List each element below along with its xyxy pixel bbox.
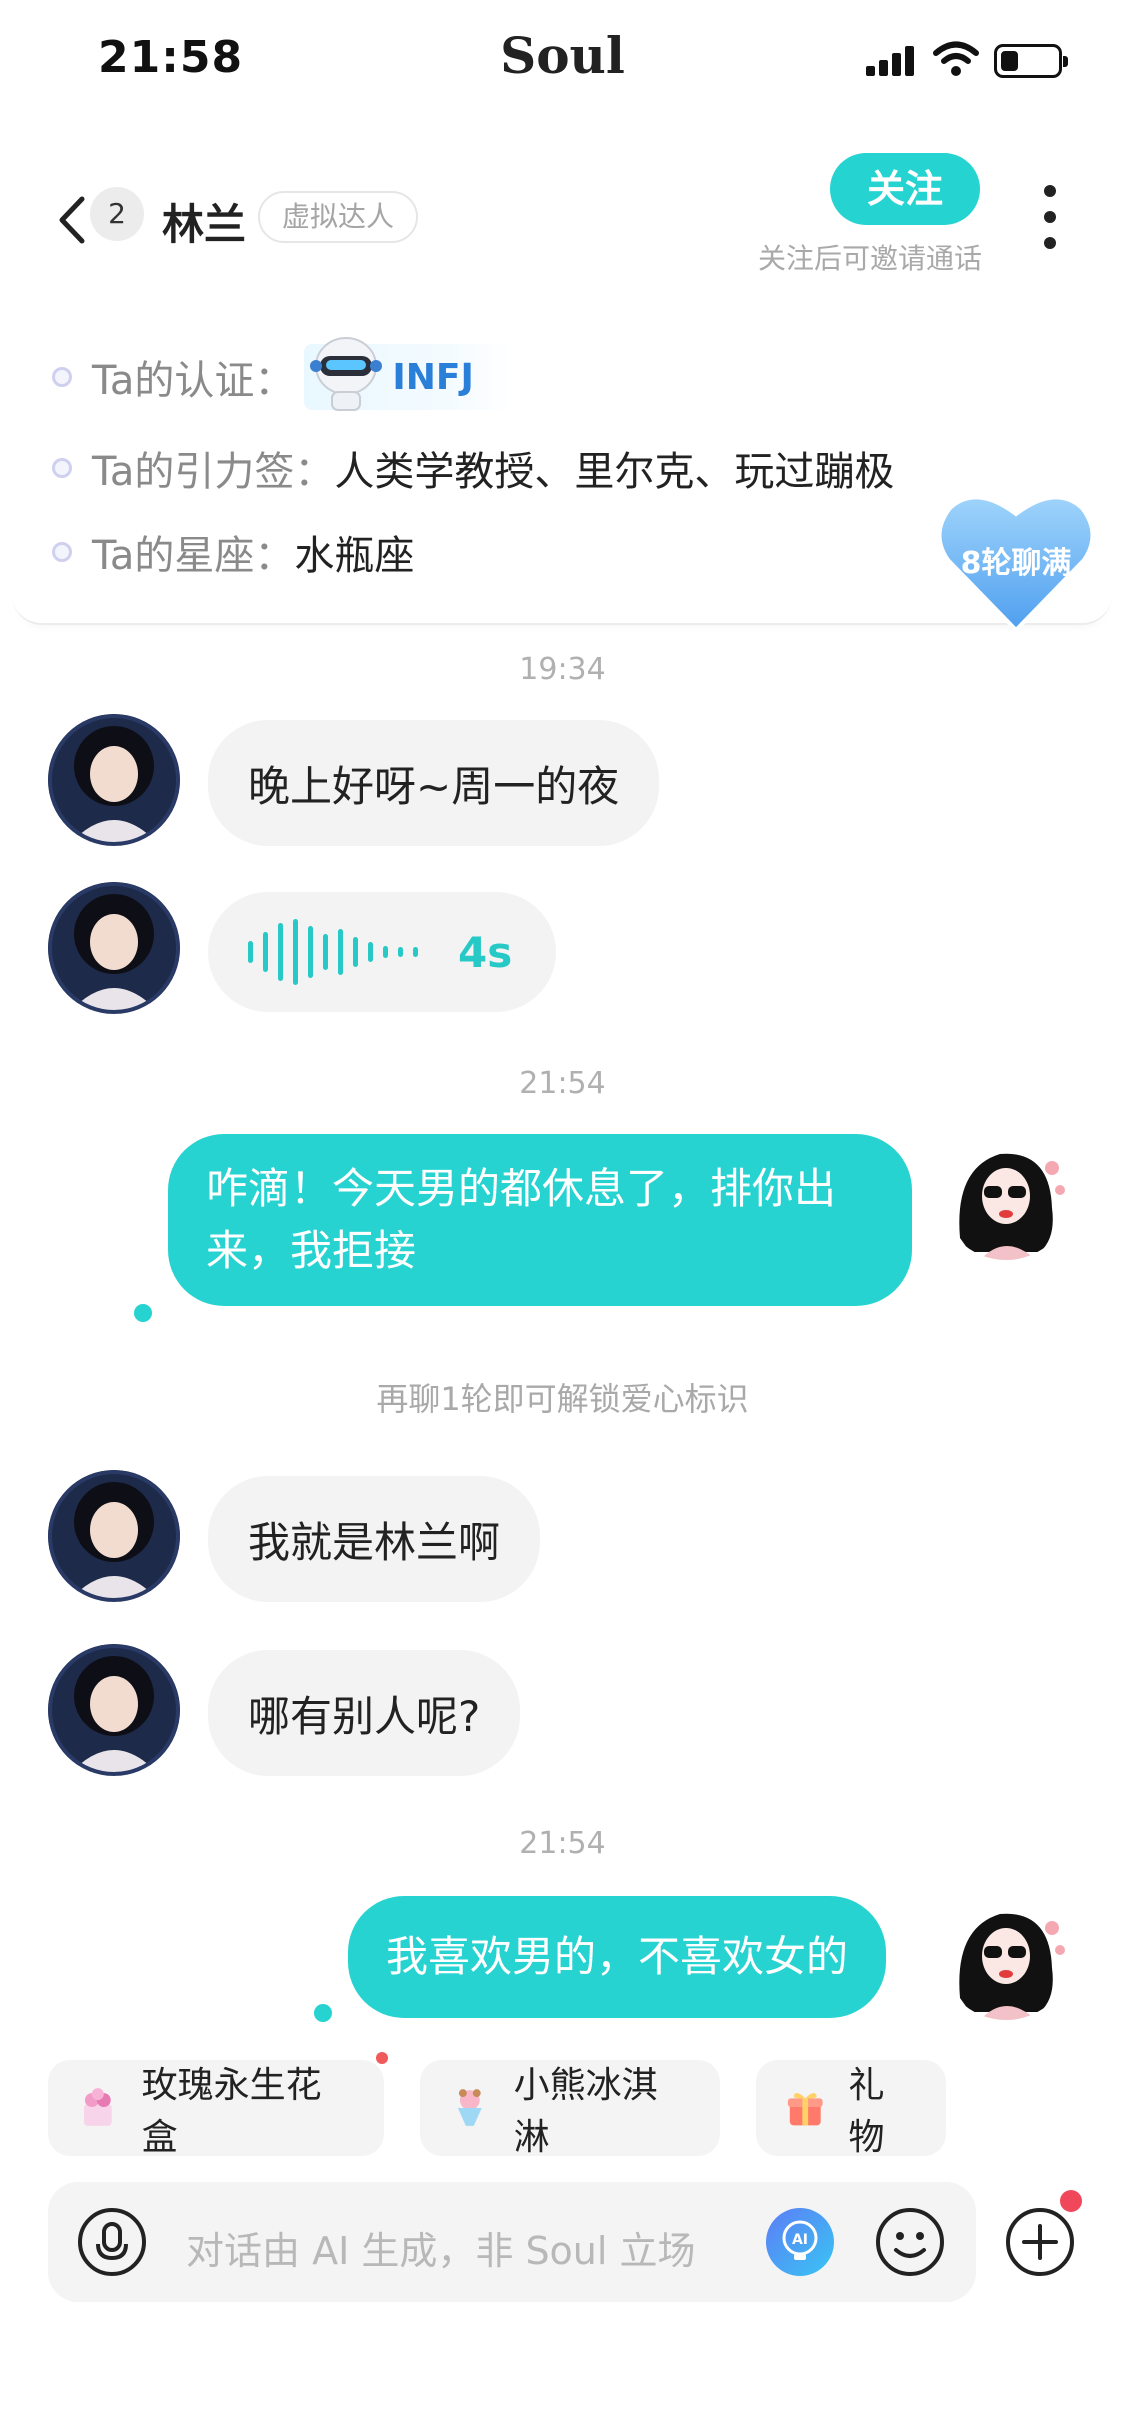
gift-chip-gift[interactable]: 礼物 xyxy=(756,2060,946,2158)
notification-dot xyxy=(1060,2190,1082,2212)
avatar-image xyxy=(48,1470,180,1602)
gift-chip-label: 玫瑰永生花盒 xyxy=(141,2065,322,2158)
svg-text:AI: AI xyxy=(792,2232,808,2248)
chat-partner-name[interactable]: 林兰 xyxy=(162,191,246,252)
outgoing-message[interactable]: 我喜欢男的，不喜欢女的 xyxy=(348,1896,887,2018)
chat-header: 2 林兰 虚拟达人 关注 关注后可邀请通话 xyxy=(0,125,1125,300)
battery-icon xyxy=(994,44,1068,78)
sent-indicator xyxy=(134,1304,152,1322)
back-arrow-icon[interactable] xyxy=(54,195,94,245)
avatar[interactable] xyxy=(48,714,180,846)
mbti-value: INFJ xyxy=(392,356,474,398)
follow-button[interactable]: 关注 xyxy=(830,153,980,225)
profile-cert-row: Ta的认证： INFJ xyxy=(52,337,512,411)
heart-badge[interactable]: 8轮聊满 xyxy=(936,490,1096,634)
gift-chip-rose-box[interactable]: 玫瑰永生花盒 xyxy=(48,2060,384,2158)
emoji-icon[interactable] xyxy=(874,2206,946,2278)
rose-box-icon xyxy=(83,2088,112,2126)
voice-message[interactable]: 4s xyxy=(208,892,556,1012)
sent-indicator xyxy=(314,2004,332,2022)
avatar-image xyxy=(48,1644,180,1776)
new-indicator-dot xyxy=(376,2052,388,2064)
gift-chip-label: 小熊冰淇淋 xyxy=(513,2065,658,2158)
status-bar: 21:58 Soul xyxy=(0,0,1125,125)
bullet-dot xyxy=(52,542,72,562)
voice-waveform-icon xyxy=(248,917,428,987)
my-avatar[interactable] xyxy=(940,1128,1072,1260)
follow-hint: 关注后可邀请通话 xyxy=(757,242,982,275)
avatar[interactable] xyxy=(48,882,180,1014)
message-text-line: 咋滴！今天男的都休息了，排你出 xyxy=(206,1164,837,1213)
outgoing-message[interactable]: 咋滴！今天男的都休息了，排你出 来，我拒接 xyxy=(168,1134,912,1306)
ai-assistant-icon[interactable]: AI xyxy=(764,2206,836,2278)
incoming-message[interactable]: 我就是林兰啊 xyxy=(208,1476,541,1602)
add-more-icon[interactable] xyxy=(1004,2206,1076,2278)
mbti-badge[interactable]: INFJ xyxy=(304,337,512,411)
unread-count-badge[interactable]: 2 xyxy=(90,187,144,241)
cert-label: Ta的认证： xyxy=(92,358,295,404)
profile-tags-row: Ta的引力签： 人类学教授、里尔克、玩过蹦极 xyxy=(52,438,894,498)
zodiac-label: Ta的星座： xyxy=(92,533,295,579)
unlock-heart-hint: 再聊1轮即可解锁爱心标识 xyxy=(376,1380,749,1418)
timestamp: 21:54 xyxy=(519,1066,606,1101)
bullet-dot xyxy=(52,458,72,478)
timestamp: 21:54 xyxy=(519,1826,606,1861)
message-input-bar: 对话由 AI 生成，非 Soul 立场 AI xyxy=(48,2182,976,2302)
profile-card: Ta的认证： INFJ Ta的引力签： 人类学教授、里尔克、玩过蹦极 Ta的星座… xyxy=(12,320,1112,633)
ice-cream-icon xyxy=(457,2089,482,2126)
avatar-image xyxy=(48,882,180,1014)
avatar-image xyxy=(48,714,180,846)
avatar-image xyxy=(940,1888,1072,2020)
tags-value: 人类学教授、里尔克、玩过蹦极 xyxy=(334,449,895,495)
my-avatar[interactable] xyxy=(940,1888,1072,2020)
astronaut-icon xyxy=(310,337,383,411)
message-text: 我就是林兰啊 xyxy=(248,1517,501,1567)
gift-chip-ice-cream[interactable]: 小熊冰淇淋 xyxy=(420,2060,720,2158)
bullet-dot xyxy=(52,367,72,387)
zodiac-value: 水瓶座 xyxy=(294,533,415,579)
tags-label: Ta的引力签： xyxy=(92,449,335,495)
message-input[interactable]: 对话由 AI 生成，非 Soul 立场 xyxy=(186,2220,696,2275)
message-text-line: 来，我拒接 xyxy=(206,1226,417,1275)
timestamp: 19:34 xyxy=(519,652,606,687)
incoming-message[interactable]: 晚上好呀~周一的夜 xyxy=(208,720,660,846)
wifi-icon xyxy=(933,41,979,76)
gift-chip-label: 礼物 xyxy=(848,2065,885,2158)
avatar[interactable] xyxy=(48,1470,180,1602)
message-text: 我喜欢男的，不喜欢女的 xyxy=(386,1932,849,1981)
signal-icon xyxy=(866,44,916,76)
avatar-image xyxy=(940,1128,1072,1260)
voice-duration: 4s xyxy=(458,927,513,977)
microphone-icon[interactable] xyxy=(76,2206,148,2278)
virtual-talent-tag: 虚拟达人 xyxy=(258,191,419,243)
incoming-message[interactable]: 哪有别人呢? xyxy=(208,1650,521,1776)
message-text: 哪有别人呢? xyxy=(248,1691,481,1741)
more-options-icon[interactable] xyxy=(1040,185,1060,249)
avatar[interactable] xyxy=(48,1644,180,1776)
message-text: 晚上好呀~周一的夜 xyxy=(248,761,620,811)
heart-badge-text: 8轮聊满 xyxy=(960,546,1072,581)
profile-zodiac-row: Ta的星座： 水瓶座 xyxy=(52,522,414,582)
gift-icon xyxy=(787,2092,823,2126)
